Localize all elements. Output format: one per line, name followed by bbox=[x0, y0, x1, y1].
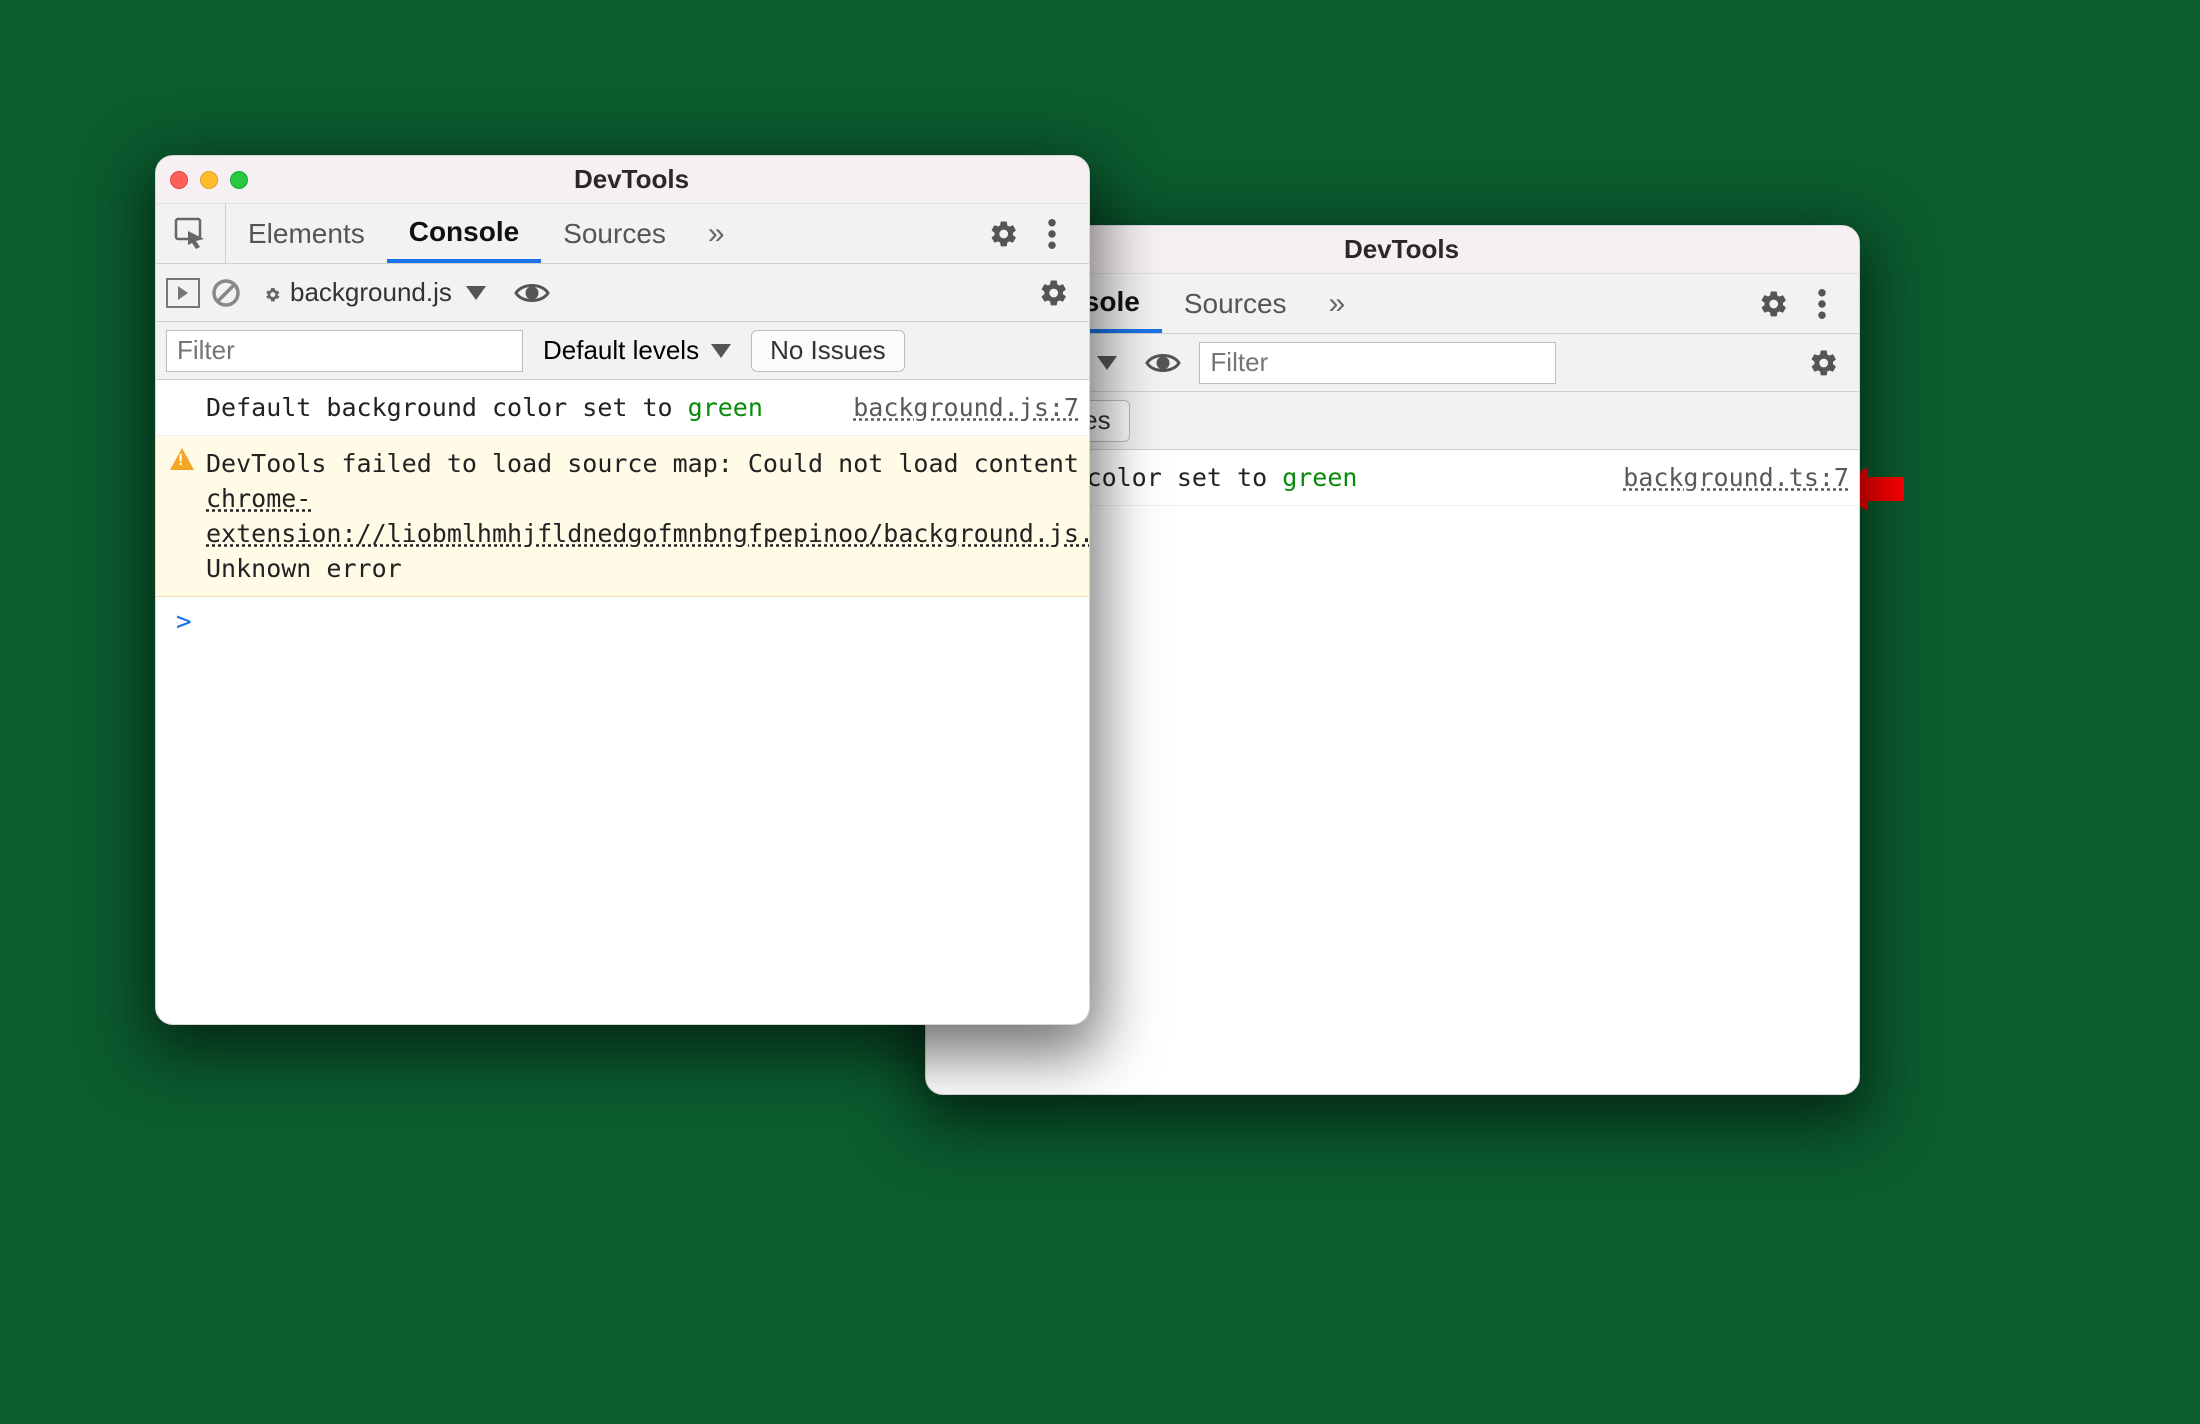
tab-elements[interactable]: Elements bbox=[226, 204, 387, 263]
warning-icon bbox=[170, 448, 194, 470]
inspect-element-icon[interactable] bbox=[156, 204, 226, 263]
clear-console-icon[interactable] bbox=[210, 277, 242, 309]
tab-sources[interactable]: Sources bbox=[541, 204, 688, 263]
tabs-overflow-icon[interactable]: » bbox=[1309, 287, 1366, 321]
tabs-overflow-icon[interactable]: » bbox=[688, 217, 745, 251]
devtools-window-left: DevTools Elements Console Sources » back… bbox=[155, 155, 1090, 1025]
levels-label: Default levels bbox=[543, 335, 699, 366]
context-label: background.js bbox=[290, 277, 452, 308]
chevron-down-icon bbox=[1097, 356, 1117, 370]
filter-input[interactable] bbox=[1199, 342, 1556, 384]
tab-sources[interactable]: Sources bbox=[1162, 274, 1309, 333]
levels-selector[interactable]: Default levels bbox=[543, 335, 731, 366]
log-source-link[interactable]: background.js:7 bbox=[853, 390, 1079, 425]
log-text-color: green bbox=[688, 393, 763, 422]
console-toolbar: background.js bbox=[156, 264, 1089, 322]
toggle-drawer-icon[interactable] bbox=[166, 278, 200, 308]
console-settings-gear-icon[interactable] bbox=[1033, 272, 1075, 314]
kebab-menu-icon[interactable] bbox=[1801, 283, 1843, 325]
log-source-link[interactable]: background.ts:7 bbox=[1623, 460, 1849, 495]
warning-text: DevTools failed to load source map: Coul… bbox=[206, 446, 1090, 586]
settings-gear-icon[interactable] bbox=[1753, 283, 1795, 325]
warning-row: DevTools failed to load source map: Coul… bbox=[156, 436, 1089, 597]
filter-input[interactable] bbox=[166, 330, 523, 372]
gear-icon bbox=[262, 283, 282, 303]
chevron-down-icon bbox=[466, 286, 486, 300]
filter-row: Default levels No Issues bbox=[156, 322, 1089, 380]
log-text-before: Default background color set to bbox=[206, 393, 688, 422]
console-prompt[interactable]: > bbox=[156, 597, 1089, 647]
settings-gear-icon[interactable] bbox=[983, 213, 1025, 255]
tab-console[interactable]: Console bbox=[387, 204, 541, 263]
log-text-color: green bbox=[1282, 463, 1357, 492]
kebab-menu-icon[interactable] bbox=[1031, 213, 1073, 255]
console-settings-gear-icon[interactable] bbox=[1803, 342, 1845, 384]
tab-row: Elements Console Sources » bbox=[156, 204, 1089, 264]
window-title: DevTools bbox=[188, 164, 1075, 195]
warning-link[interactable]: chrome-extension://liobmlhmhjfldnedgofmn… bbox=[206, 484, 1090, 548]
log-row: Default background color set to green ba… bbox=[156, 380, 1089, 436]
chevron-down-icon bbox=[711, 344, 731, 358]
no-issues-button[interactable]: No Issues bbox=[751, 330, 905, 372]
live-expression-icon[interactable] bbox=[1145, 351, 1181, 375]
log-text: Default background color set to green bbox=[206, 390, 839, 425]
close-icon[interactable] bbox=[170, 171, 188, 189]
console-output: Default background color set to green ba… bbox=[156, 380, 1089, 647]
context-selector[interactable]: background.js bbox=[252, 275, 496, 310]
live-expression-icon[interactable] bbox=[514, 281, 550, 305]
warning-text-before: DevTools failed to load source map: Coul… bbox=[206, 449, 1090, 478]
titlebar: DevTools bbox=[156, 156, 1089, 204]
window-title: DevTools bbox=[958, 234, 1845, 265]
